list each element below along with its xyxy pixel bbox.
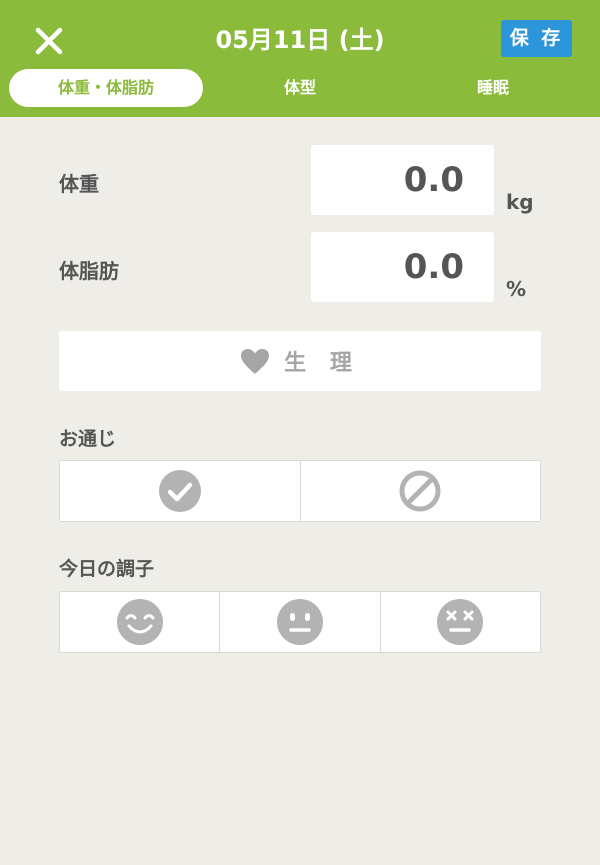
condition-bad-option[interactable] (381, 592, 540, 652)
date-title: 05月11日 (土) (215, 26, 385, 54)
weight-label: 体重 (59, 172, 99, 196)
tab-weight-bodyfat[interactable]: 体重・体脂肪 (9, 69, 203, 107)
close-button[interactable] (30, 22, 68, 60)
header-bar: 05月11日 (土) 保 存 体重・体脂肪 体型 睡眠 (0, 0, 600, 117)
period-button[interactable]: 生 理 (59, 331, 541, 391)
condition-good-option[interactable] (60, 592, 221, 652)
dizzy-face-icon (437, 599, 484, 645)
smile-face-icon (116, 599, 163, 645)
close-icon (35, 27, 63, 55)
prohibited-icon (399, 470, 441, 512)
weight-unit: kg (506, 190, 534, 214)
condition-title: 今日の調子 (59, 558, 155, 580)
bowel-options (59, 460, 541, 522)
body-fat-label: 体脂肪 (59, 259, 119, 283)
condition-normal-option[interactable] (220, 592, 381, 652)
tab-body-shape[interactable]: 体型 (210, 69, 390, 107)
bowel-yes-option[interactable] (60, 461, 301, 521)
save-button[interactable]: 保 存 (501, 20, 572, 57)
condition-options (59, 591, 541, 653)
heart-icon (241, 348, 270, 374)
body-fat-input[interactable]: 0.0 (311, 232, 494, 302)
neutral-face-icon (276, 599, 323, 645)
weight-input[interactable]: 0.0 (311, 145, 494, 215)
bowel-no-option[interactable] (301, 461, 541, 521)
check-circle-icon (158, 470, 201, 512)
period-label: 生 理 (284, 351, 360, 376)
body-fat-unit: % (506, 277, 527, 301)
bowel-title: お通じ (59, 428, 117, 450)
tab-sleep[interactable]: 睡眠 (400, 69, 586, 107)
